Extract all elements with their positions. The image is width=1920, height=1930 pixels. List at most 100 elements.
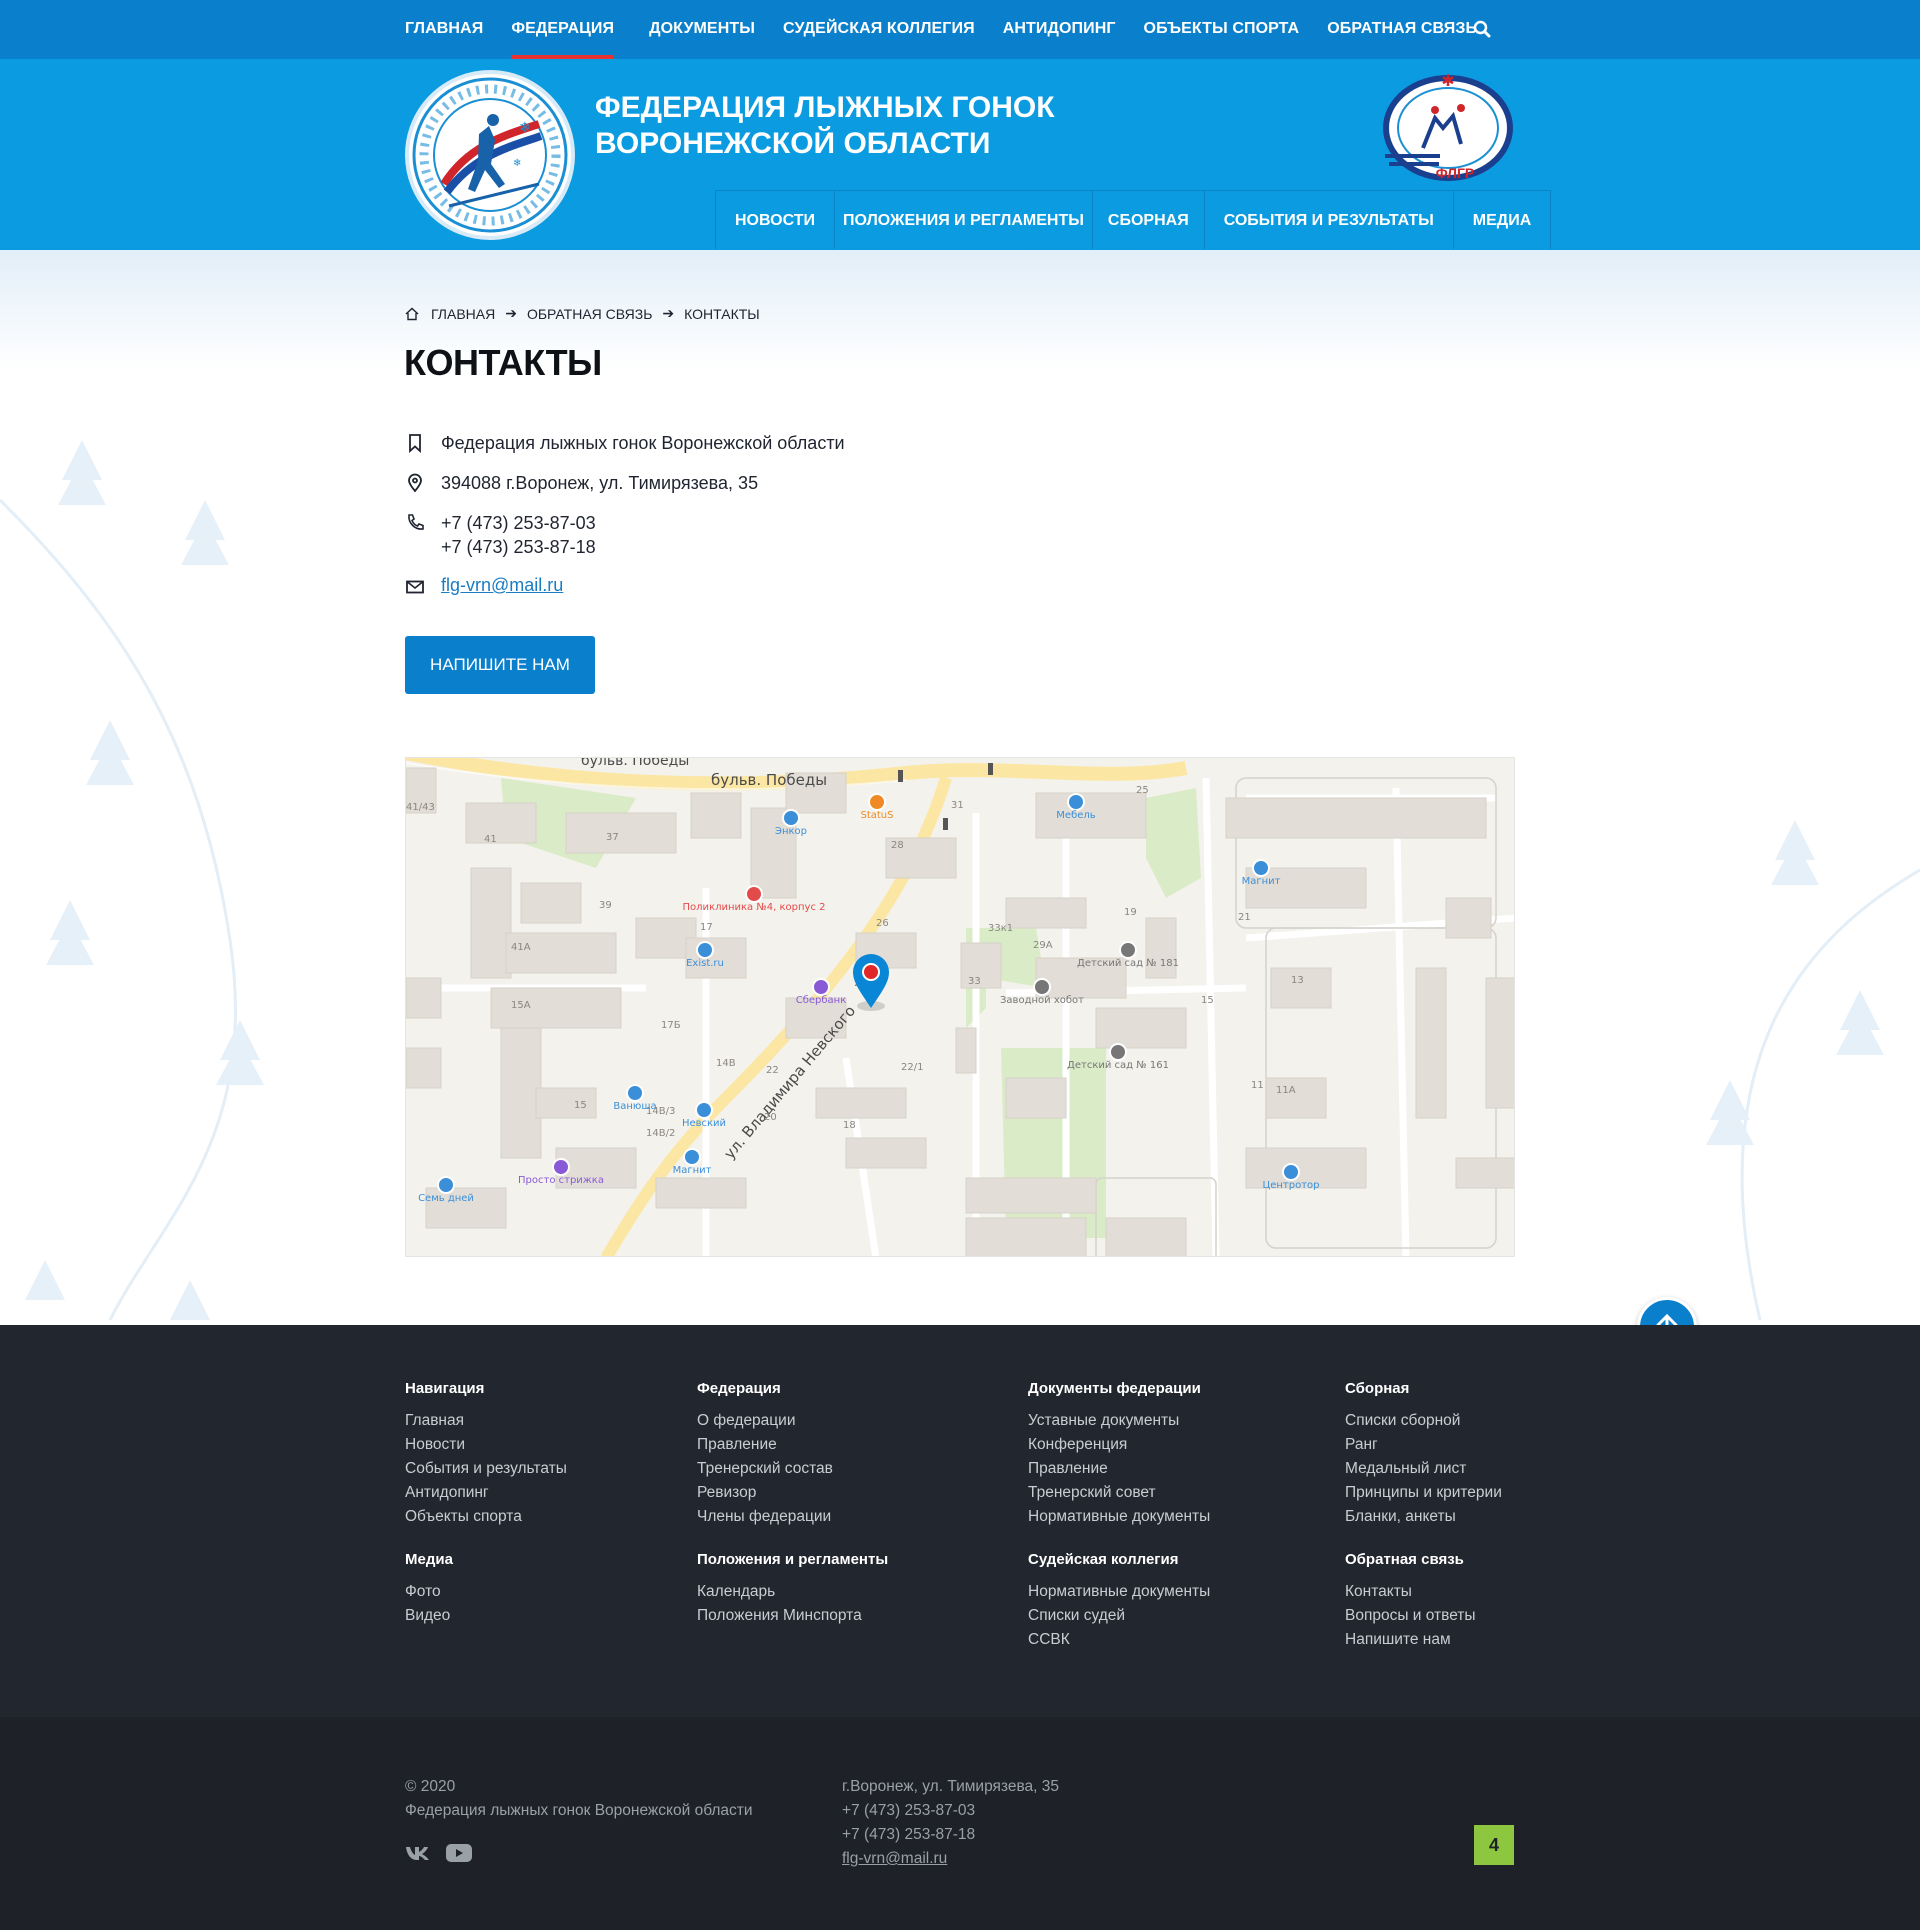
- map-poi-icon[interactable]: [683, 1148, 701, 1166]
- map-poi-icon[interactable]: [626, 1084, 644, 1102]
- footer-link[interactable]: Новости: [405, 1433, 567, 1457]
- footer-column-heading: Обратная связь: [1345, 1551, 1464, 1568]
- visit-counter-badge[interactable]: 4: [1474, 1825, 1514, 1865]
- map-poi-icon[interactable]: [1252, 859, 1270, 877]
- main-nav-media[interactable]: МЕДИА: [1453, 190, 1552, 249]
- footer-link[interactable]: Тренерский совет: [1028, 1481, 1210, 1505]
- footer-link[interactable]: Нормативные документы: [1028, 1505, 1210, 1529]
- footer-phone-2[interactable]: +7 (473) 253-87-18: [842, 1823, 1059, 1847]
- email-link[interactable]: flg-vrn@mail.ru: [441, 575, 563, 595]
- map-poi-label[interactable]: Exist.ru: [686, 958, 724, 969]
- top-nav-antidoping[interactable]: АНТИДОПИНГ: [1003, 0, 1116, 59]
- footer-link[interactable]: Медальный лист: [1345, 1457, 1502, 1481]
- footer-link[interactable]: События и результаты: [405, 1457, 567, 1481]
- home-icon[interactable]: [405, 307, 419, 321]
- footer-link[interactable]: Члены федерации: [697, 1505, 833, 1529]
- map-poi-icon[interactable]: [868, 793, 886, 811]
- map-poi-label[interactable]: Энкор: [775, 826, 807, 837]
- breadcrumb-feedback[interactable]: ОБРАТНАЯ СВЯЗЬ: [527, 306, 652, 322]
- map-poi-icon[interactable]: [1282, 1163, 1300, 1181]
- map-poi-label[interactable]: Поликлиника №4, корпус 2: [683, 902, 826, 913]
- map-poi-label[interactable]: Ванюша: [613, 1101, 656, 1112]
- map-poi-label[interactable]: Заводной хобот: [1000, 995, 1084, 1006]
- footer-link[interactable]: Антидопинг: [405, 1481, 567, 1505]
- breadcrumb-home[interactable]: ГЛАВНАЯ: [431, 306, 495, 322]
- map-poi-icon[interactable]: [745, 885, 763, 903]
- footer-link[interactable]: Списки судей: [1028, 1604, 1210, 1628]
- map-poi-label[interactable]: Сбербанк: [796, 995, 847, 1006]
- phone-icon: [408, 514, 424, 530]
- map-poi-label[interactable]: Магнит: [673, 1165, 712, 1176]
- footer-link[interactable]: Правление: [1028, 1457, 1210, 1481]
- footer-link[interactable]: Главная: [405, 1409, 567, 1433]
- footer-link[interactable]: Фото: [405, 1580, 453, 1604]
- footer-link[interactable]: Бланки, анкеты: [1345, 1505, 1502, 1529]
- top-nav-federation[interactable]: ФЕДЕРАЦИЯ: [511, 0, 614, 59]
- write-to-us-button[interactable]: НАПИШИТЕ НАМ: [405, 636, 595, 694]
- map-poi-icon[interactable]: [1033, 978, 1051, 996]
- footer-link[interactable]: Уставные документы: [1028, 1409, 1210, 1433]
- map-poi-label[interactable]: Детский сад № 161: [1067, 1060, 1169, 1071]
- footer-email-link[interactable]: flg-vrn@mail.ru: [842, 1850, 947, 1867]
- map-poi-label[interactable]: Детский сад № 181: [1077, 958, 1179, 969]
- map-poi-icon[interactable]: [1109, 1043, 1127, 1061]
- map-house-number: 19: [1124, 907, 1137, 918]
- map-poi-label[interactable]: Мебель: [1056, 810, 1095, 821]
- footer-link[interactable]: Конференция: [1028, 1433, 1210, 1457]
- map-canvas[interactable]: бульв. Победы бульв. Победы ул. Владимир…: [406, 758, 1515, 1257]
- site-title[interactable]: ФЕДЕРАЦИЯ ЛЫЖНЫХ ГОНОК ВОРОНЕЖСКОЙ ОБЛАС…: [595, 90, 1115, 162]
- phone-1[interactable]: +7 (473) 253-87-03: [441, 511, 596, 535]
- footer-link[interactable]: Тренерский состав: [697, 1457, 833, 1481]
- map-poi-icon[interactable]: [552, 1158, 570, 1176]
- footer-column: Положения и регламенты Календарь Положения…: [697, 1551, 888, 1628]
- vk-icon[interactable]: [405, 1843, 431, 1863]
- federation-logo-graphic: ❄ ❄: [412, 77, 568, 233]
- search-icon[interactable]: [1473, 20, 1491, 38]
- footer-link[interactable]: ССВК: [1028, 1628, 1210, 1652]
- footer-phone-1[interactable]: +7 (473) 253-87-03: [842, 1799, 1059, 1823]
- map-poi-icon[interactable]: [782, 809, 800, 827]
- main-nav-events[interactable]: СОБЫТИЯ И РЕЗУЛЬТАТЫ: [1204, 190, 1454, 249]
- main-nav-news[interactable]: НОВОСТИ: [716, 190, 836, 249]
- location-map[interactable]: бульв. Победы бульв. Победы ул. Владимир…: [405, 757, 1515, 1257]
- footer-link[interactable]: Объекты спорта: [405, 1505, 567, 1529]
- contact-address: 394088 г.Воронеж, ул. Тимирязева, 35: [405, 471, 758, 495]
- youtube-icon[interactable]: [445, 1843, 473, 1863]
- map-poi-icon[interactable]: [812, 978, 830, 996]
- map-poi-icon[interactable]: [1067, 793, 1085, 811]
- map-poi-label[interactable]: Семь дней: [418, 1193, 474, 1204]
- footer-link[interactable]: Вопросы и ответы: [1345, 1604, 1476, 1628]
- footer-link[interactable]: Ревизор: [697, 1481, 833, 1505]
- footer-link[interactable]: Списки сборной: [1345, 1409, 1502, 1433]
- footer-link[interactable]: Положения Минспорта: [697, 1604, 888, 1628]
- footer-link[interactable]: Календарь: [697, 1580, 888, 1604]
- flgr-partner-logo[interactable]: ✱ ФЛГР: [1383, 68, 1513, 183]
- top-nav-feedback[interactable]: ОБРАТНАЯ СВЯЗЬ: [1327, 0, 1477, 59]
- footer-link[interactable]: Принципы и критерии: [1345, 1481, 1502, 1505]
- footer-link[interactable]: Правление: [697, 1433, 833, 1457]
- footer-link[interactable]: Контакты: [1345, 1580, 1476, 1604]
- footer-link[interactable]: Видео: [405, 1604, 453, 1628]
- federation-logo[interactable]: ❄ ❄: [405, 70, 575, 240]
- map-house-number: 11А: [1276, 1085, 1296, 1096]
- map-poi-icon[interactable]: [696, 941, 714, 959]
- phone-2[interactable]: +7 (473) 253-87-18: [441, 535, 596, 559]
- map-poi-label[interactable]: Магнит: [1242, 876, 1281, 887]
- map-poi-label[interactable]: Невский: [682, 1118, 726, 1129]
- main-nav-regulations[interactable]: ПОЛОЖЕНИЯ И РЕГЛАМЕНТЫ: [835, 190, 1093, 249]
- footer-link[interactable]: О федерации: [697, 1409, 833, 1433]
- top-nav-documents[interactable]: ДОКУМЕНТЫ: [649, 0, 755, 59]
- map-poi-label[interactable]: Центротор: [1262, 1180, 1319, 1191]
- main-nav-team[interactable]: СБОРНАЯ: [1092, 190, 1205, 249]
- footer-link[interactable]: Ранг: [1345, 1433, 1502, 1457]
- top-nav-home[interactable]: ГЛАВНАЯ: [405, 0, 483, 59]
- map-poi-label[interactable]: Просто стрижка: [518, 1175, 604, 1186]
- map-poi-icon[interactable]: [437, 1176, 455, 1194]
- footer-link[interactable]: Напишите нам: [1345, 1628, 1476, 1652]
- top-nav-sport-objects[interactable]: ОБЪЕКТЫ СПОРТА: [1144, 0, 1300, 59]
- map-poi-label[interactable]: StatuS: [860, 810, 893, 821]
- map-poi-icon[interactable]: [695, 1101, 713, 1119]
- map-poi-icon[interactable]: [1119, 941, 1137, 959]
- top-nav-judges[interactable]: СУДЕЙСКАЯ КОЛЛЕГИЯ: [783, 0, 975, 59]
- footer-link[interactable]: Нормативные документы: [1028, 1580, 1210, 1604]
